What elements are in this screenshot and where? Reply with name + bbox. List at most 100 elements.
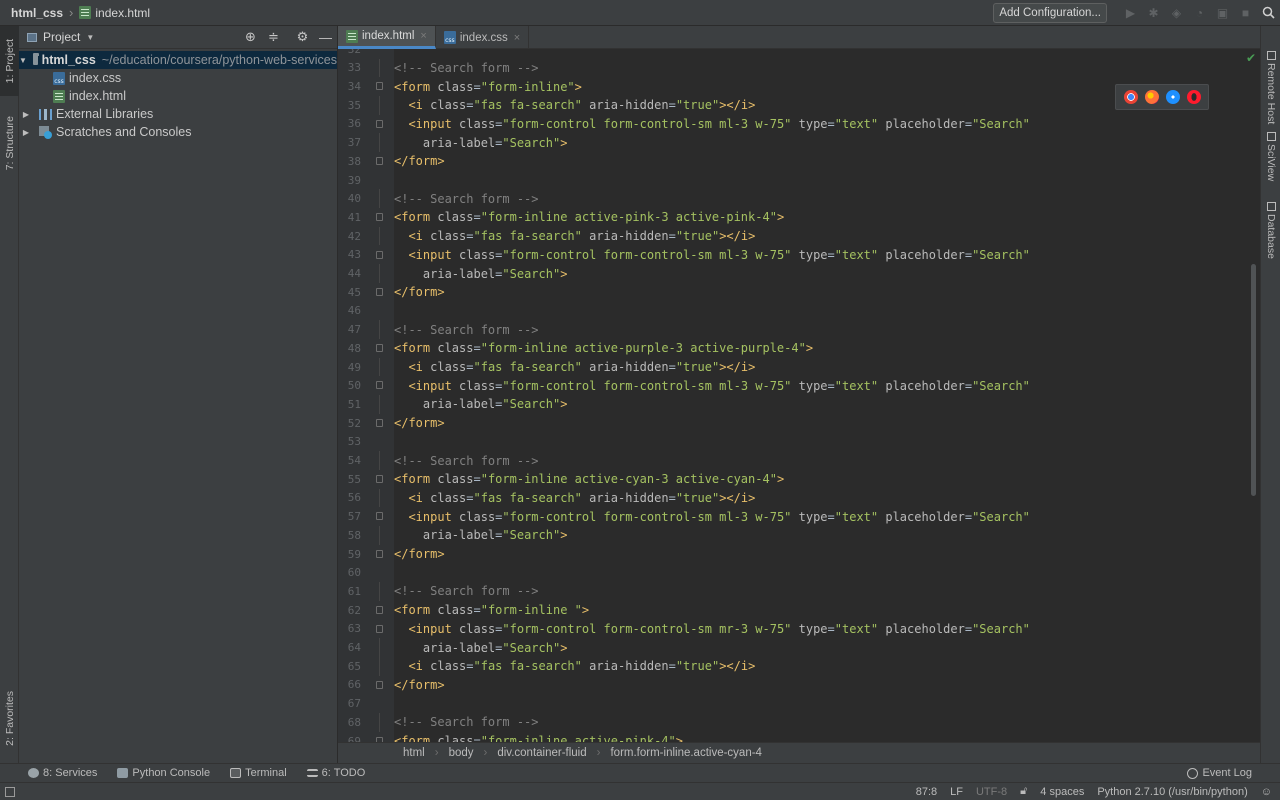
fold-marker[interactable] bbox=[361, 656, 394, 676]
fold-marker[interactable] bbox=[361, 339, 394, 358]
breadcrumb-div[interactable]: div.container-fluid bbox=[497, 747, 586, 759]
coverage-icon[interactable]: ◈ bbox=[1165, 0, 1188, 26]
project-view-selector[interactable]: Project ▼ bbox=[27, 30, 94, 44]
fold-marker[interactable] bbox=[361, 77, 394, 96]
file-encoding[interactable]: UTF-8 bbox=[976, 786, 1007, 798]
fold-marker[interactable] bbox=[361, 320, 394, 339]
debug-icon[interactable]: ✱ bbox=[1142, 0, 1165, 26]
tree-item-index-css[interactable]: index.css bbox=[19, 69, 337, 87]
tab-sciview[interactable]: SciView bbox=[1261, 129, 1280, 181]
indent-setting[interactable]: 4 spaces bbox=[1040, 786, 1084, 798]
fold-marker[interactable] bbox=[361, 470, 394, 489]
fold-marker[interactable] bbox=[361, 115, 394, 134]
tree-item-scratches[interactable]: ▶ Scratches and Consoles bbox=[19, 123, 337, 141]
code-line: 45 </form> bbox=[338, 283, 1260, 302]
tab-remote-host[interactable]: Remote Host bbox=[1261, 48, 1280, 124]
code-line: 63 <input class="form-control form-contr… bbox=[338, 620, 1260, 639]
fold-marker[interactable] bbox=[361, 563, 394, 582]
fold-marker[interactable] bbox=[361, 451, 394, 470]
terminal-tool-button[interactable]: Terminal bbox=[230, 767, 287, 779]
inspector-icon[interactable]: ☺ bbox=[1261, 786, 1272, 798]
services-tool-button[interactable]: 8: Services bbox=[28, 767, 97, 779]
chrome-icon[interactable] bbox=[1123, 90, 1138, 104]
tool-windows-toggle-icon[interactable] bbox=[5, 786, 15, 797]
hide-icon[interactable]: — bbox=[314, 26, 337, 49]
stop-icon[interactable]: ■ bbox=[1234, 0, 1257, 26]
profile-icon[interactable]: ◔ bbox=[1188, 0, 1211, 26]
fold-marker[interactable] bbox=[361, 171, 394, 190]
tree-item-index-html[interactable]: index.html bbox=[19, 87, 337, 105]
project-root-name: html_css bbox=[41, 53, 96, 67]
expand-arrow-icon[interactable]: ▶ bbox=[19, 128, 33, 137]
tree-item-label: index.css bbox=[69, 71, 122, 85]
fold-marker[interactable] bbox=[361, 582, 394, 601]
fold-marker[interactable] bbox=[361, 283, 394, 302]
code-editor[interactable]: 32 33 <!-- Search form --> 34 <form class="… bbox=[338, 49, 1260, 742]
python-console-tool-button[interactable]: Python Console bbox=[117, 767, 210, 779]
tab-index-css[interactable]: index.css × bbox=[436, 26, 530, 49]
expand-arrow-icon[interactable]: ▶ bbox=[19, 110, 33, 119]
fold-marker[interactable] bbox=[361, 433, 394, 452]
fold-marker[interactable] bbox=[361, 152, 394, 171]
code-text: <!-- Search form --> bbox=[394, 322, 539, 337]
gear-icon[interactable]: ⚙ bbox=[291, 26, 314, 49]
fold-marker[interactable] bbox=[361, 189, 394, 209]
fold-marker[interactable] bbox=[361, 264, 394, 283]
fold-marker[interactable] bbox=[361, 357, 394, 377]
inspection-ok-icon[interactable]: ✔ bbox=[1246, 51, 1256, 65]
close-icon[interactable]: × bbox=[420, 30, 426, 42]
fold-marker[interactable] bbox=[361, 676, 394, 695]
tab-project-tool[interactable]: 1: Project bbox=[0, 26, 19, 96]
tab-index-html[interactable]: index.html × bbox=[338, 26, 436, 49]
vertical-scrollbar[interactable] bbox=[1251, 264, 1256, 496]
fold-marker[interactable] bbox=[361, 302, 394, 321]
firefox-icon[interactable] bbox=[1144, 90, 1159, 104]
run-icon[interactable]: ▶ bbox=[1119, 0, 1142, 26]
event-log-button[interactable]: Event Log bbox=[1187, 767, 1252, 779]
fold-marker[interactable] bbox=[361, 414, 394, 433]
add-configuration-button[interactable]: Add Configuration... bbox=[993, 2, 1107, 23]
fold-marker[interactable] bbox=[361, 526, 394, 545]
tree-item-external-libraries[interactable]: ▶ External Libraries bbox=[19, 105, 337, 123]
tab-database[interactable]: Database bbox=[1261, 199, 1280, 259]
locate-icon[interactable]: ⊕ bbox=[239, 26, 262, 49]
python-interpreter[interactable]: Python 2.7.10 (/usr/bin/python) bbox=[1097, 786, 1247, 798]
breadcrumb-html[interactable]: html bbox=[403, 747, 425, 759]
expand-arrow-icon[interactable]: ▼ bbox=[19, 56, 27, 65]
fold-marker[interactable] bbox=[361, 133, 394, 152]
lock-icon[interactable]: 🔓︎ bbox=[1020, 785, 1027, 798]
breadcrumb-body[interactable]: body bbox=[449, 747, 474, 759]
fold-marker[interactable] bbox=[361, 638, 394, 657]
fold-marker[interactable] bbox=[361, 246, 394, 265]
fold-marker[interactable] bbox=[361, 732, 394, 742]
fold-marker[interactable] bbox=[361, 226, 394, 246]
todo-tool-button[interactable]: 6: TODO bbox=[306, 767, 365, 779]
fold-marker[interactable] bbox=[361, 507, 394, 526]
fold-marker[interactable] bbox=[361, 545, 394, 564]
line-separator[interactable]: LF bbox=[950, 786, 963, 798]
search-icon[interactable] bbox=[1257, 0, 1280, 26]
fold-marker[interactable] bbox=[361, 95, 394, 115]
fold-marker[interactable] bbox=[361, 395, 394, 414]
fold-marker[interactable] bbox=[361, 376, 394, 395]
tree-item-project-root[interactable]: ▼ html_css ~/education/coursera/python-w… bbox=[19, 51, 337, 69]
concurrency-icon[interactable]: ▣ bbox=[1211, 0, 1234, 26]
breadcrumb-project[interactable]: html_css bbox=[0, 6, 63, 20]
fold-marker[interactable] bbox=[361, 713, 394, 732]
breadcrumb-form[interactable]: form.form-inline.active-cyan-4 bbox=[610, 747, 761, 759]
fold-marker[interactable] bbox=[361, 58, 394, 78]
collapse-all-icon[interactable]: ≑ bbox=[262, 26, 285, 49]
fold-marker[interactable] bbox=[361, 488, 394, 508]
opera-icon[interactable] bbox=[1186, 90, 1201, 104]
close-icon[interactable]: × bbox=[514, 32, 520, 44]
tab-structure-tool[interactable]: 7: Structure bbox=[0, 106, 19, 181]
fold-marker[interactable] bbox=[361, 620, 394, 639]
fold-marker[interactable] bbox=[361, 694, 394, 713]
tab-favorites-tool[interactable]: 2: Favorites bbox=[0, 681, 19, 756]
fold-marker[interactable] bbox=[361, 601, 394, 620]
safari-icon[interactable] bbox=[1165, 90, 1180, 104]
breadcrumb-file[interactable]: index.html bbox=[79, 6, 150, 20]
fold-marker[interactable] bbox=[361, 208, 394, 227]
caret-position[interactable]: 87:8 bbox=[916, 786, 937, 798]
code-text: <i class="fas fa-search" aria-hidden="tr… bbox=[408, 98, 756, 113]
